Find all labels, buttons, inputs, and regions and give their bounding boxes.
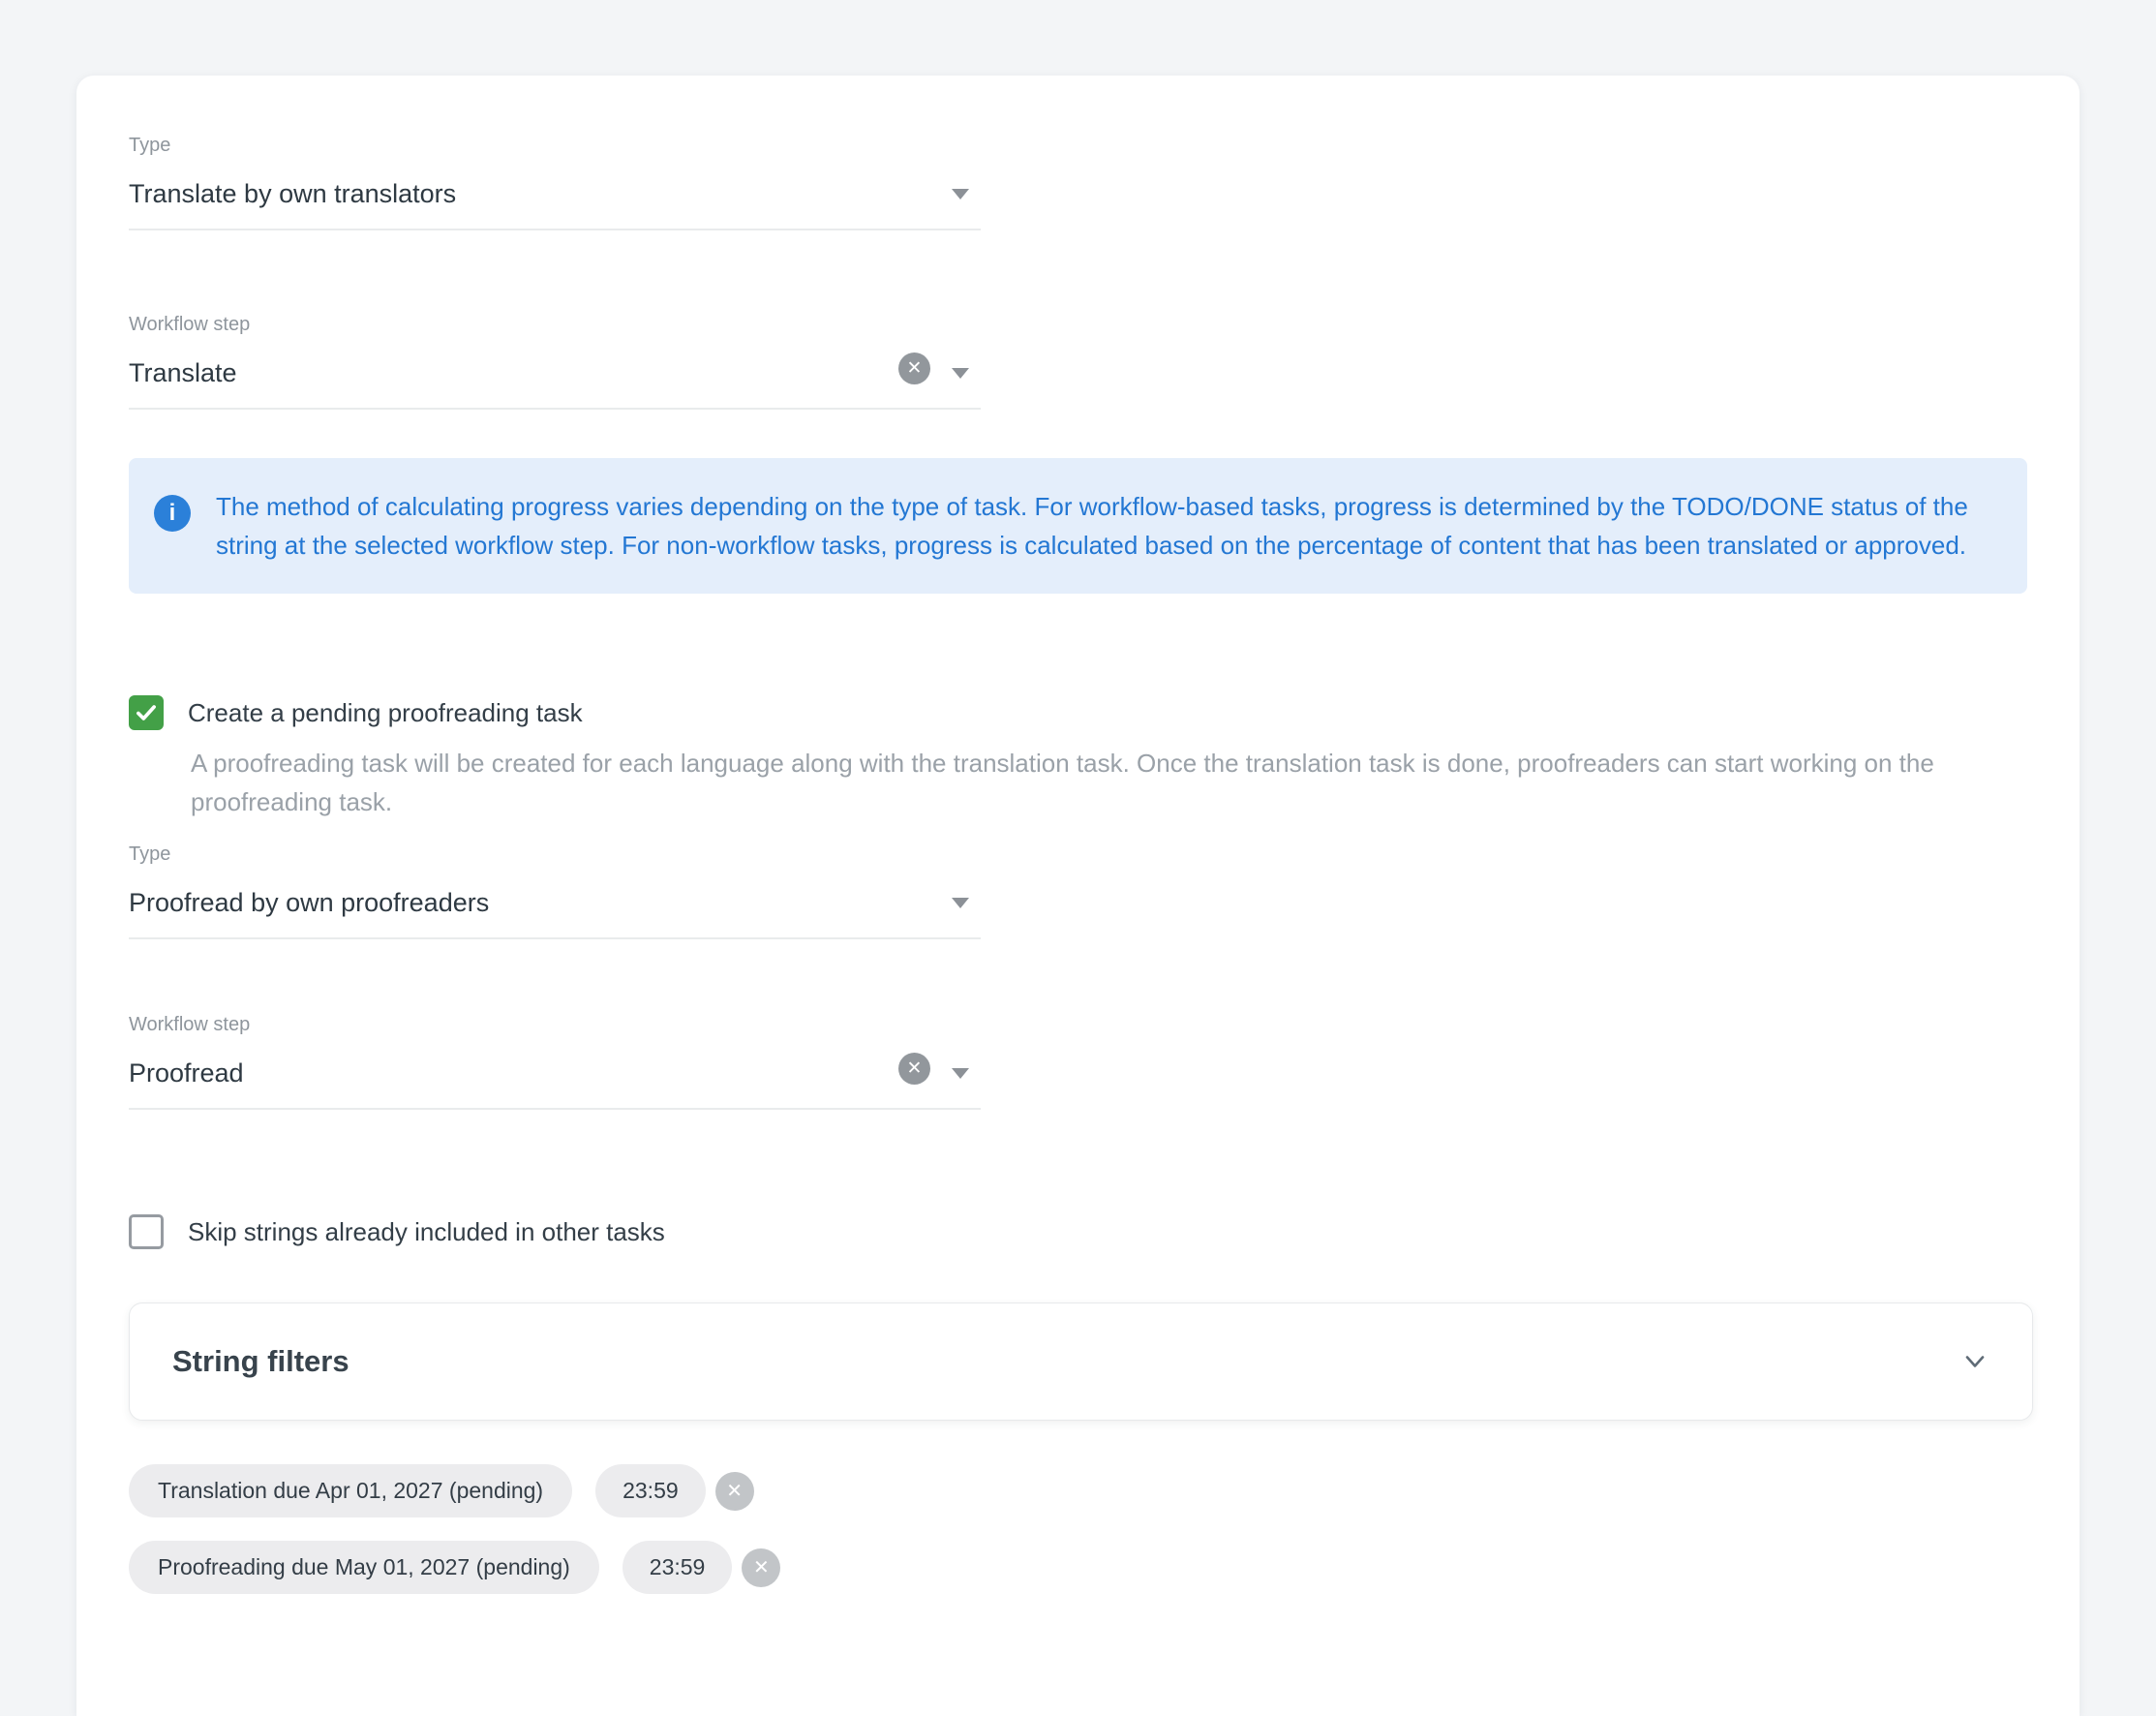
proofreading-checkbox-description: A proofreading task will be created for … <box>191 744 2001 821</box>
clear-workflow-button[interactable]: ✕ <box>898 1053 930 1085</box>
string-filters-title: String filters <box>172 1342 349 1381</box>
proofreading-workflow-label: Workflow step <box>129 1015 981 1034</box>
chevron-down-icon[interactable] <box>1960 1347 1989 1376</box>
translation-type-label: Type <box>129 136 981 155</box>
progress-info-banner: i The method of calculating progress var… <box>129 458 2027 594</box>
skip-strings-checkbox-row[interactable]: Skip strings already included in other t… <box>129 1214 2080 1249</box>
check-icon <box>134 700 159 725</box>
proofreading-type-select[interactable]: Type Proofread by own proofreaders <box>129 844 981 939</box>
translation-type-select[interactable]: Type Translate by own translators <box>129 136 981 230</box>
task-form-card: Type Translate by own translators Workfl… <box>76 76 2080 1716</box>
proofreading-type-label: Type <box>129 844 981 864</box>
proofreading-workflow-value: Proofread <box>129 1057 981 1088</box>
dropdown-arrow-icon[interactable] <box>952 189 969 199</box>
translation-workflow-label: Workflow step <box>129 315 981 334</box>
translation-workflow-value: Translate <box>129 357 981 388</box>
skip-strings-checkbox-label: Skip strings already included in other t… <box>188 1217 665 1247</box>
proofreading-checkbox-row[interactable]: Create a pending proofreading task <box>129 695 2080 730</box>
remove-proofreading-due-icon[interactable]: ✕ <box>742 1548 780 1587</box>
skip-strings-checkbox[interactable] <box>129 1214 164 1249</box>
clear-workflow-button[interactable]: ✕ <box>898 352 930 384</box>
proofreading-due-time-chip[interactable]: 23:59 <box>623 1541 733 1594</box>
proofreading-checkbox[interactable] <box>129 695 164 730</box>
proofreading-workflow-select[interactable]: Workflow step Proofread ✕ <box>129 1015 981 1110</box>
info-icon: i <box>154 495 191 532</box>
string-filters-panel[interactable]: String filters <box>129 1302 2033 1421</box>
progress-info-text: The method of calculating progress varie… <box>216 487 1989 565</box>
remove-translation-due-icon[interactable]: ✕ <box>715 1472 754 1511</box>
dropdown-arrow-icon[interactable] <box>952 368 969 379</box>
translation-due-row: Translation due Apr 01, 2027 (pending) 2… <box>129 1464 2080 1517</box>
task-form-content: Type Translate by own translators Workfl… <box>76 76 2080 1594</box>
due-date-chips: Translation due Apr 01, 2027 (pending) 2… <box>129 1464 2080 1594</box>
translation-due-time-chip[interactable]: 23:59 <box>595 1464 706 1517</box>
proofreading-checkbox-label: Create a pending proofreading task <box>188 698 583 728</box>
proofreading-type-value: Proofread by own proofreaders <box>129 887 981 918</box>
dropdown-arrow-icon[interactable] <box>952 898 969 908</box>
translation-workflow-select[interactable]: Workflow step Translate ✕ <box>129 315 981 410</box>
proofreading-due-chip[interactable]: Proofreading due May 01, 2027 (pending) <box>129 1541 599 1594</box>
translation-due-chip[interactable]: Translation due Apr 01, 2027 (pending) <box>129 1464 572 1517</box>
proofreading-due-row: Proofreading due May 01, 2027 (pending) … <box>129 1541 2080 1594</box>
translation-type-value: Translate by own translators <box>129 178 981 209</box>
dropdown-arrow-icon[interactable] <box>952 1068 969 1079</box>
